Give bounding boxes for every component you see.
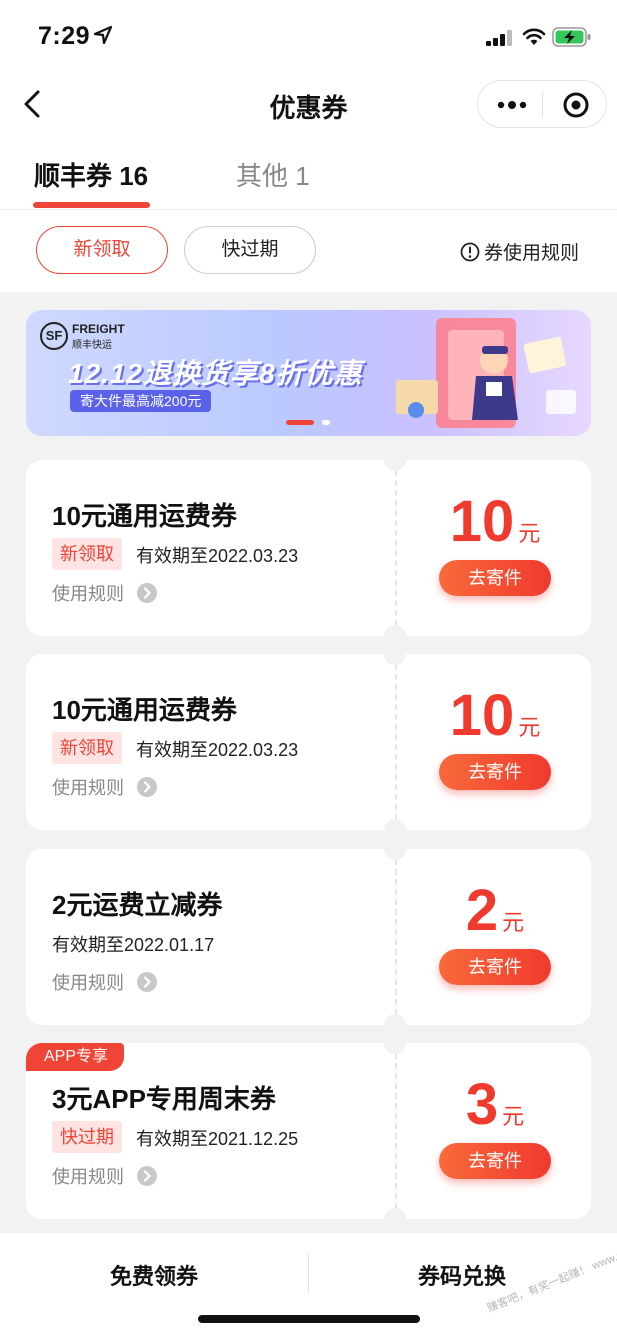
ticket-notch (384, 643, 406, 665)
coupon-amount: 10 元 (397, 682, 593, 749)
coupon-info: APP专享 3元APP专用周末券 快过期 有效期至2021.12.25 使用规则 (26, 1043, 395, 1219)
coupon-rules-link[interactable]: 券使用规则 (460, 238, 579, 265)
banner-brand-en: FREIGHT (72, 322, 125, 336)
chevron-right-circle-icon (137, 777, 158, 797)
coupon-rule-label: 使用规则 (52, 973, 124, 993)
coupon-amount: 2元 (397, 877, 593, 944)
coupon-title: 3元APP专用周末券 (52, 1084, 276, 1114)
info-icon (460, 242, 480, 262)
mini-program-capsule (477, 80, 607, 128)
more-icon[interactable] (496, 93, 528, 117)
send-package-button[interactable]: 去寄件 (439, 560, 551, 596)
redeem-code-button[interactable]: 券码兑换 (418, 1259, 506, 1291)
courier-illustration (396, 318, 576, 428)
active-tab-indicator (33, 202, 150, 208)
coupon-amount: 3元 (397, 1071, 593, 1138)
coupon-info: 10元通用运费券 新领取 有效期至2022.03.23 使用规则 (26, 654, 395, 830)
carousel-dot-active (286, 420, 314, 425)
status-time: 7:29 (38, 22, 91, 50)
ticket-notch (384, 449, 406, 471)
banner-subtitle: 寄大件最高减200元 (70, 390, 212, 412)
coupon-value-panel: 10 元 去寄件 (395, 654, 591, 830)
close-mini-program-icon[interactable] (562, 91, 590, 119)
coupon-expiry: 有效期至2021.12.25 (136, 1129, 299, 1149)
banner-title: 12.12退换货享8折优惠 (68, 358, 363, 389)
coupon-info: 10元通用运费券 新领取 有效期至2022.03.23 使用规则 (26, 460, 395, 636)
coupon-amount-number: 10 (449, 683, 515, 748)
coupon-tag: 快过期 (52, 1121, 122, 1153)
coupon-card: 2元运费立减券 有效期至2022.01.17 使用规则 2元 去寄件 (26, 838, 591, 1036)
coupon-tabs: 顺丰券 16 其他 1 (0, 138, 617, 210)
coupon-amount-number: 2 (465, 878, 499, 943)
cellular-signal-icon (486, 30, 512, 46)
coupon-amount-number: 10 (449, 489, 515, 554)
tab-sf-coupons[interactable]: 顺丰券 16 (34, 156, 148, 193)
battery-charging-icon (552, 27, 591, 47)
coupon-rule-link[interactable]: 使用规则 (52, 1163, 158, 1189)
coupon-rule-label: 使用规则 (52, 1167, 124, 1187)
coupon-expiry: 有效期至2022.03.23 (136, 546, 299, 566)
nav-bar: 优惠券 (0, 72, 617, 138)
bottom-action-bar: 免费领券 券码兑换 (0, 1232, 617, 1334)
coupon-amount-unit: 元 (518, 715, 541, 740)
wifi-icon (522, 28, 546, 45)
tab-other[interactable]: 其他 1 (236, 156, 310, 193)
coupon-info: 2元运费立减券 有效期至2022.01.17 使用规则 (26, 849, 395, 1025)
ticket-notch (384, 838, 406, 860)
coupon-value-panel: 3元 去寄件 (395, 1043, 591, 1219)
filter-expiring-chip[interactable]: 快过期 (184, 226, 316, 274)
coupon-title: 10元通用运费券 (52, 501, 237, 531)
coupon-card: APP专享 3元APP专用周末券 快过期 有效期至2021.12.25 使用规则… (26, 1032, 591, 1230)
coupon-title: 2元运费立减券 (52, 890, 223, 920)
coupon-card: 10元通用运费券 新领取 有效期至2022.03.23 使用规则 10 元 去寄件 (26, 449, 591, 647)
ticket-notch (384, 1208, 406, 1230)
coupon-expiry: 有效期至2022.01.17 (52, 935, 215, 955)
carousel-dot (322, 420, 330, 425)
chevron-right-circle-icon (137, 972, 158, 992)
coupon-amount-number: 3 (465, 1072, 499, 1137)
send-package-button[interactable]: 去寄件 (439, 754, 551, 790)
coupon-amount-unit: 元 (502, 1104, 525, 1129)
coupon-title: 10元通用运费券 (52, 695, 237, 725)
status-bar: 7:29 (0, 0, 617, 72)
free-coupons-button[interactable]: 免费领券 (110, 1259, 198, 1291)
filter-bar: 新领取 快过期 券使用规则 (0, 210, 617, 292)
app-exclusive-badge: APP专享 (26, 1043, 125, 1071)
filter-new-chip[interactable]: 新领取 (36, 226, 168, 274)
sf-logo: SF (40, 322, 68, 350)
coupon-rule-label: 使用规则 (52, 584, 124, 604)
location-arrow-icon (94, 26, 112, 44)
coupon-expiry: 有效期至2022.03.23 (136, 740, 299, 760)
ticket-notch (384, 1032, 406, 1054)
coupon-rules-label: 券使用规则 (483, 243, 579, 264)
chevron-right-circle-icon (137, 1166, 158, 1186)
coupon-value-panel: 2元 去寄件 (395, 849, 591, 1025)
coupon-amount-unit: 元 (518, 521, 541, 546)
coupon-amount: 10 元 (397, 488, 593, 555)
coupon-card: 10元通用运费券 新领取 有效期至2022.03.23 使用规则 10 元 去寄件 (26, 643, 591, 841)
chevron-right-circle-icon (137, 583, 158, 603)
send-package-button[interactable]: 去寄件 (439, 949, 551, 985)
coupon-value-panel: 10 元 去寄件 (395, 460, 591, 636)
promo-banner[interactable]: SF FREIGHT 顺丰快运 12.12退换货享8折优惠 寄大件最高减200元 (26, 310, 591, 436)
coupon-amount-unit: 元 (502, 910, 525, 935)
bottom-divider (308, 1253, 309, 1293)
coupon-rule-label: 使用规则 (52, 778, 124, 798)
banner-brand-cn: 顺丰快运 (72, 340, 112, 351)
coupon-rule-link[interactable]: 使用规则 (52, 969, 158, 995)
capsule-divider (542, 93, 543, 117)
coupon-tag: 新领取 (52, 732, 122, 764)
send-package-button[interactable]: 去寄件 (439, 1143, 551, 1179)
coupon-rule-link[interactable]: 使用规则 (52, 774, 158, 800)
coupon-tag: 新领取 (52, 538, 122, 570)
coupon-rule-link[interactable]: 使用规则 (52, 580, 158, 606)
home-indicator (198, 1315, 420, 1323)
